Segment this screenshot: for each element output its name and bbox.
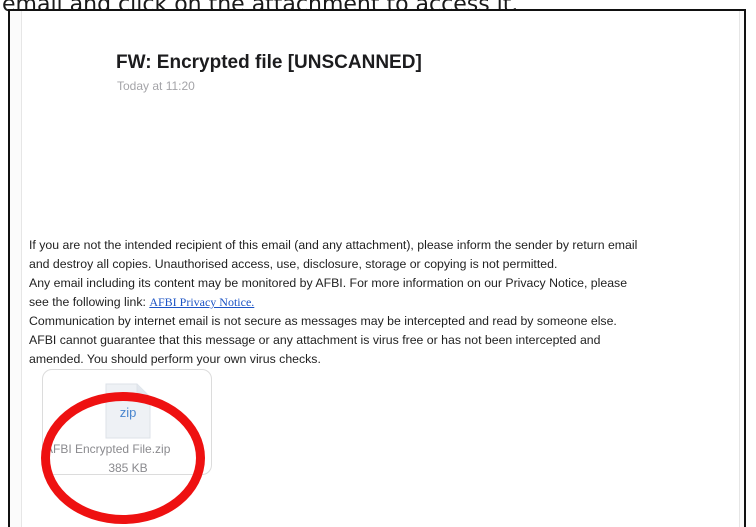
- email-disclaimer: If you are not the intended recipient of…: [29, 236, 737, 369]
- email-subject: FW: Encrypted file [UNSCANNED]: [116, 52, 422, 73]
- disclaimer-text: see the following link:: [29, 295, 150, 309]
- disclaimer-line: amended. You should perform your own vir…: [29, 352, 321, 366]
- attachment-size: 385 KB: [108, 461, 148, 475]
- disclaimer-line: AFBI cannot guarantee that this message …: [29, 333, 601, 347]
- attachment-tile[interactable]: zip AFBI Encrypted File.zip 385 KB: [42, 369, 212, 475]
- disclaimer-line-with-link: see the following link: AFBI Privacy Not…: [29, 293, 737, 312]
- zip-type-label: zip: [119, 405, 137, 420]
- privacy-notice-link[interactable]: AFBI Privacy Notice.: [149, 295, 254, 309]
- disclaimer-line: If you are not the intended recipient of…: [29, 238, 638, 252]
- disclaimer-line: Communication by internet email is not s…: [29, 314, 617, 328]
- disclaimer-line: Any email including its content may be m…: [29, 276, 628, 290]
- email-date: Today at 11:20: [117, 79, 195, 93]
- email-message-view: FW: Encrypted file [UNSCANNED] Today at …: [21, 11, 740, 527]
- attachment-filename: AFBI Encrypted File.zip: [45, 442, 171, 456]
- zip-file-icon: zip: [105, 383, 151, 439]
- disclaimer-line: and destroy all copies. Unauthorised acc…: [29, 257, 558, 271]
- email-screenshot-frame: FW: Encrypted file [UNSCANNED] Today at …: [8, 9, 746, 527]
